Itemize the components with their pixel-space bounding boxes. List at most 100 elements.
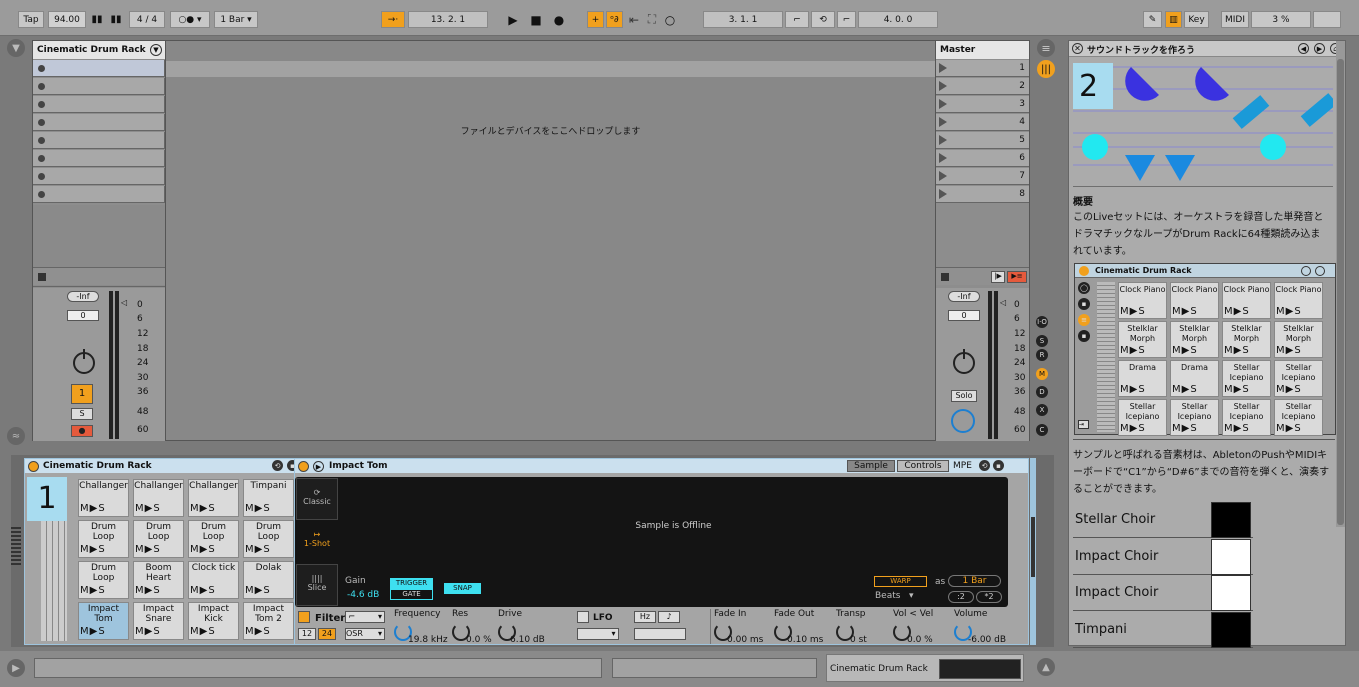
overdub-button[interactable]: + bbox=[587, 11, 604, 28]
metronome-toggle[interactable]: ○● ▾ bbox=[170, 11, 210, 28]
double-button[interactable]: *2 bbox=[976, 591, 1002, 603]
pad-solo-button[interactable]: S bbox=[98, 503, 104, 515]
warp-mode-select[interactable]: Beats ▾ bbox=[875, 591, 914, 601]
pad-play-icon[interactable]: ▶ bbox=[255, 503, 263, 515]
selected-track-box[interactable]: Cinematic Drum Rack bbox=[826, 654, 1024, 682]
pad-mute-button[interactable]: M bbox=[135, 626, 144, 638]
hide-browser-icon[interactable]: ▼ bbox=[7, 39, 25, 57]
warp-button[interactable]: WARP bbox=[874, 576, 927, 587]
help-scrollbar[interactable] bbox=[1336, 41, 1345, 527]
trigger-button[interactable]: TRIGGER bbox=[390, 578, 433, 589]
overview-icon[interactable]: ≈ bbox=[7, 427, 25, 445]
pad-mute-button[interactable]: M bbox=[135, 544, 144, 556]
hide-detail-icon[interactable]: ▲ bbox=[1037, 658, 1055, 676]
pad-play-icon[interactable]: ▶ bbox=[90, 626, 98, 638]
master-pan[interactable]: 0 bbox=[948, 310, 980, 321]
scene-slot[interactable]: 8 bbox=[936, 186, 1029, 203]
scene-slot[interactable]: 5 bbox=[936, 132, 1029, 149]
scene-slot[interactable]: 7 bbox=[936, 168, 1029, 185]
clip-slot[interactable] bbox=[33, 60, 165, 77]
pad-mute-button[interactable]: M bbox=[190, 544, 199, 556]
simpler-play-icon[interactable]: ▶ bbox=[313, 461, 324, 472]
pad-mute-button[interactable]: M bbox=[80, 626, 89, 638]
stop-icon[interactable]: ■ bbox=[528, 11, 544, 28]
clip-slot[interactable] bbox=[33, 96, 165, 113]
scene-slot[interactable]: 2 bbox=[936, 78, 1029, 95]
track-header[interactable]: Cinematic Drum Rack bbox=[33, 41, 165, 59]
drum-pad[interactable]: Timpani M ▶ S bbox=[243, 479, 294, 517]
scene-launch-icon[interactable] bbox=[939, 63, 947, 73]
tap-button[interactable]: Tap bbox=[18, 11, 44, 28]
scene-launch-icon[interactable] bbox=[939, 81, 947, 91]
scene-launch-icon[interactable] bbox=[939, 171, 947, 181]
scene-launch-icon[interactable] bbox=[939, 135, 947, 145]
mode-slice[interactable]: |||| Slice bbox=[296, 564, 338, 606]
follow-button[interactable]: →· bbox=[381, 11, 405, 28]
filter-12-button[interactable]: 12 bbox=[298, 628, 316, 640]
pad-mute-button[interactable]: M bbox=[135, 585, 144, 597]
io-toggle-0[interactable]: I·O bbox=[1036, 316, 1048, 328]
scene-slot[interactable]: 4 bbox=[936, 114, 1029, 131]
pad-mute-button[interactable]: M bbox=[135, 503, 144, 515]
metronome-bars-icon[interactable]: ▮▮ bbox=[89, 11, 105, 28]
drum-pad[interactable]: Drum Loop M ▶ S bbox=[78, 520, 129, 558]
punch-in-button[interactable]: ⌐ bbox=[785, 11, 809, 28]
filter-24-button[interactable]: 24 bbox=[318, 628, 336, 640]
drum-pad[interactable]: Drum Loop M ▶ S bbox=[188, 520, 239, 558]
master-fader-icon[interactable]: ◁ bbox=[1000, 298, 1006, 307]
drum-pad[interactable]: Impact Kick M ▶ S bbox=[188, 602, 239, 640]
warp-length[interactable]: 1 Bar bbox=[948, 575, 1001, 587]
pad-overview-grid[interactable] bbox=[41, 521, 67, 641]
capture-icon[interactable]: ⛶ bbox=[644, 11, 660, 28]
pad-solo-button[interactable]: S bbox=[208, 544, 214, 556]
master-volume[interactable]: -Inf bbox=[948, 291, 980, 302]
pad-play-icon[interactable]: ▶ bbox=[90, 544, 98, 556]
scene-slot[interactable]: 3 bbox=[936, 96, 1029, 113]
fader-cap-icon[interactable]: ◁ bbox=[121, 298, 127, 307]
loop-start-field[interactable]: 3. 1. 1 bbox=[703, 11, 783, 28]
mode-classic[interactable]: ⟳ Classic bbox=[296, 478, 338, 520]
pad-play-icon[interactable]: ▶ bbox=[200, 626, 208, 638]
io-toggle-6[interactable]: C bbox=[1036, 424, 1048, 436]
device-scroll-handle[interactable] bbox=[1031, 517, 1035, 577]
pad-play-icon[interactable]: ▶ bbox=[90, 585, 98, 597]
track-pan[interactable]: 0 bbox=[67, 310, 99, 321]
time-signature-field[interactable]: 4 / 4 bbox=[129, 11, 165, 28]
scene-slot[interactable]: 1 bbox=[936, 60, 1029, 77]
pad-solo-button[interactable]: S bbox=[98, 544, 104, 556]
filter-type-select[interactable]: ⌐ ▾ bbox=[345, 611, 385, 623]
pad-play-icon[interactable]: ▶ bbox=[145, 626, 153, 638]
help-prev-icon[interactable]: ◀ bbox=[1298, 43, 1309, 54]
record-icon[interactable]: ● bbox=[551, 11, 567, 28]
close-help-icon[interactable]: ✕ bbox=[1072, 43, 1083, 54]
pad-play-icon[interactable]: ▶ bbox=[255, 544, 263, 556]
io-toggle-3[interactable]: M bbox=[1036, 368, 1048, 380]
pad-solo-button[interactable]: S bbox=[208, 503, 214, 515]
pad-mute-button[interactable]: M bbox=[245, 544, 254, 556]
master-header[interactable]: Master bbox=[936, 41, 1029, 59]
io-toggle-4[interactable]: D bbox=[1036, 386, 1048, 398]
snap-button[interactable]: SNAP bbox=[444, 583, 481, 594]
play-icon[interactable]: ▶ bbox=[505, 11, 521, 28]
pad-play-icon[interactable]: ▶ bbox=[255, 585, 263, 597]
drum-pad[interactable]: Challanger M ▶ S bbox=[133, 479, 184, 517]
tab-sample[interactable]: Sample bbox=[847, 460, 895, 472]
pad-play-icon[interactable]: ▶ bbox=[200, 544, 208, 556]
help-next-icon[interactable]: ▶ bbox=[1314, 43, 1325, 54]
clip-slot[interactable] bbox=[33, 186, 165, 203]
scene-launch-icon[interactable] bbox=[939, 117, 947, 127]
clip-slot[interactable] bbox=[33, 132, 165, 149]
device-overview[interactable] bbox=[939, 659, 1021, 679]
loop-length-field[interactable]: 4. 0. 0 bbox=[858, 11, 938, 28]
pad-mute-button[interactable]: M bbox=[190, 626, 199, 638]
drum-rack-power-icon[interactable] bbox=[28, 461, 39, 472]
io-toggle-2[interactable]: R bbox=[1036, 349, 1048, 361]
pad-play-icon[interactable]: ▶ bbox=[145, 544, 153, 556]
drop-area[interactable]: ファイルとデバイスをここへドロップします bbox=[166, 40, 935, 441]
clip-slot[interactable] bbox=[33, 78, 165, 95]
scene-launch-icon[interactable] bbox=[939, 189, 947, 199]
pad-solo-button[interactable]: S bbox=[98, 585, 104, 597]
quantize-select[interactable]: 1 Bar ▾ bbox=[214, 11, 258, 28]
session-view-icon[interactable]: ||| bbox=[1037, 60, 1055, 78]
halve-button[interactable]: :2 bbox=[948, 591, 974, 603]
